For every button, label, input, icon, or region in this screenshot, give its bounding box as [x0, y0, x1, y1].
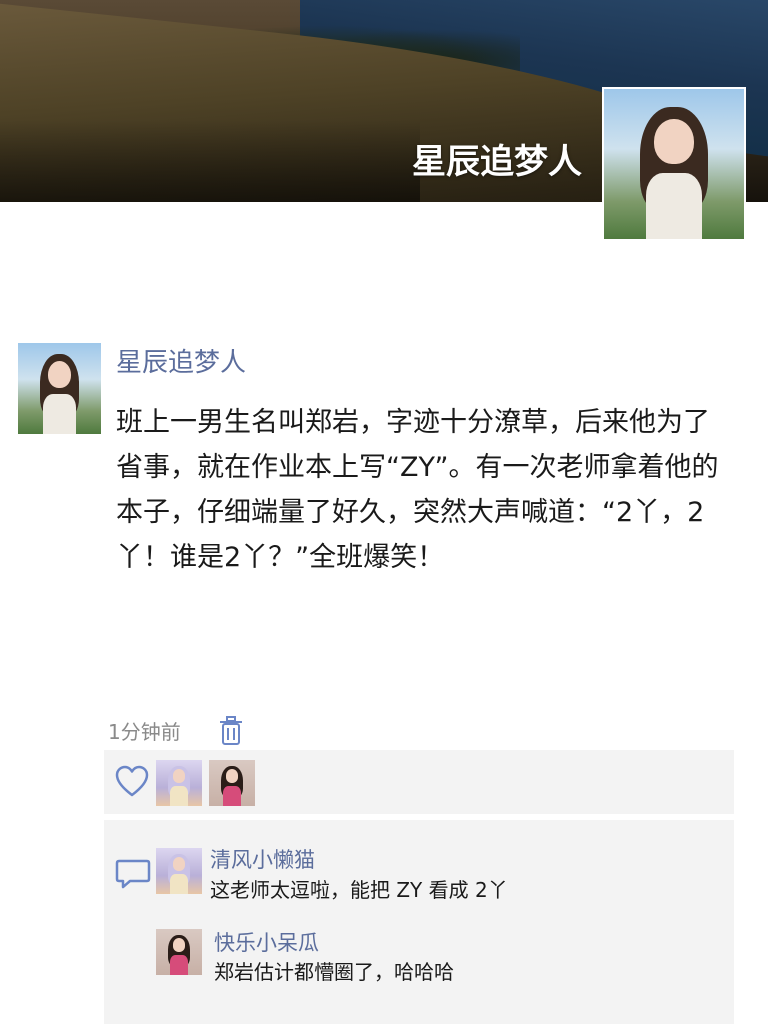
cover-user-name: 星辰追梦人: [412, 142, 582, 182]
comment-avatar[interactable]: [156, 848, 202, 894]
like-avatar-2[interactable]: [209, 760, 255, 806]
heart-icon: [115, 765, 149, 797]
post-timestamp: 1分钟前: [108, 720, 181, 744]
comment-text: 郑岩估计都懵圈了，哈哈哈: [214, 960, 454, 984]
cover-grass: [0, 120, 420, 202]
comment-avatar[interactable]: [156, 929, 202, 975]
like-avatar-1[interactable]: [156, 760, 202, 806]
post-content: 班上一男生名叫郑岩，字迹十分潦草，后来他为了省事，就在作业本上写“ZY”。有一次…: [116, 407, 719, 573]
comment-text: 这老师太逗啦，能把 ZY 看成 2丫: [210, 878, 508, 902]
comment-author[interactable]: 快乐小呆瓜: [214, 927, 319, 957]
comment-icon: [115, 859, 151, 889]
post-author-avatar[interactable]: [18, 343, 101, 434]
profile-avatar[interactable]: [602, 87, 746, 241]
comment-author[interactable]: 清风小懒猫: [210, 844, 315, 874]
post-author-name[interactable]: 星辰追梦人: [116, 342, 246, 379]
trash-icon[interactable]: [218, 716, 244, 746]
